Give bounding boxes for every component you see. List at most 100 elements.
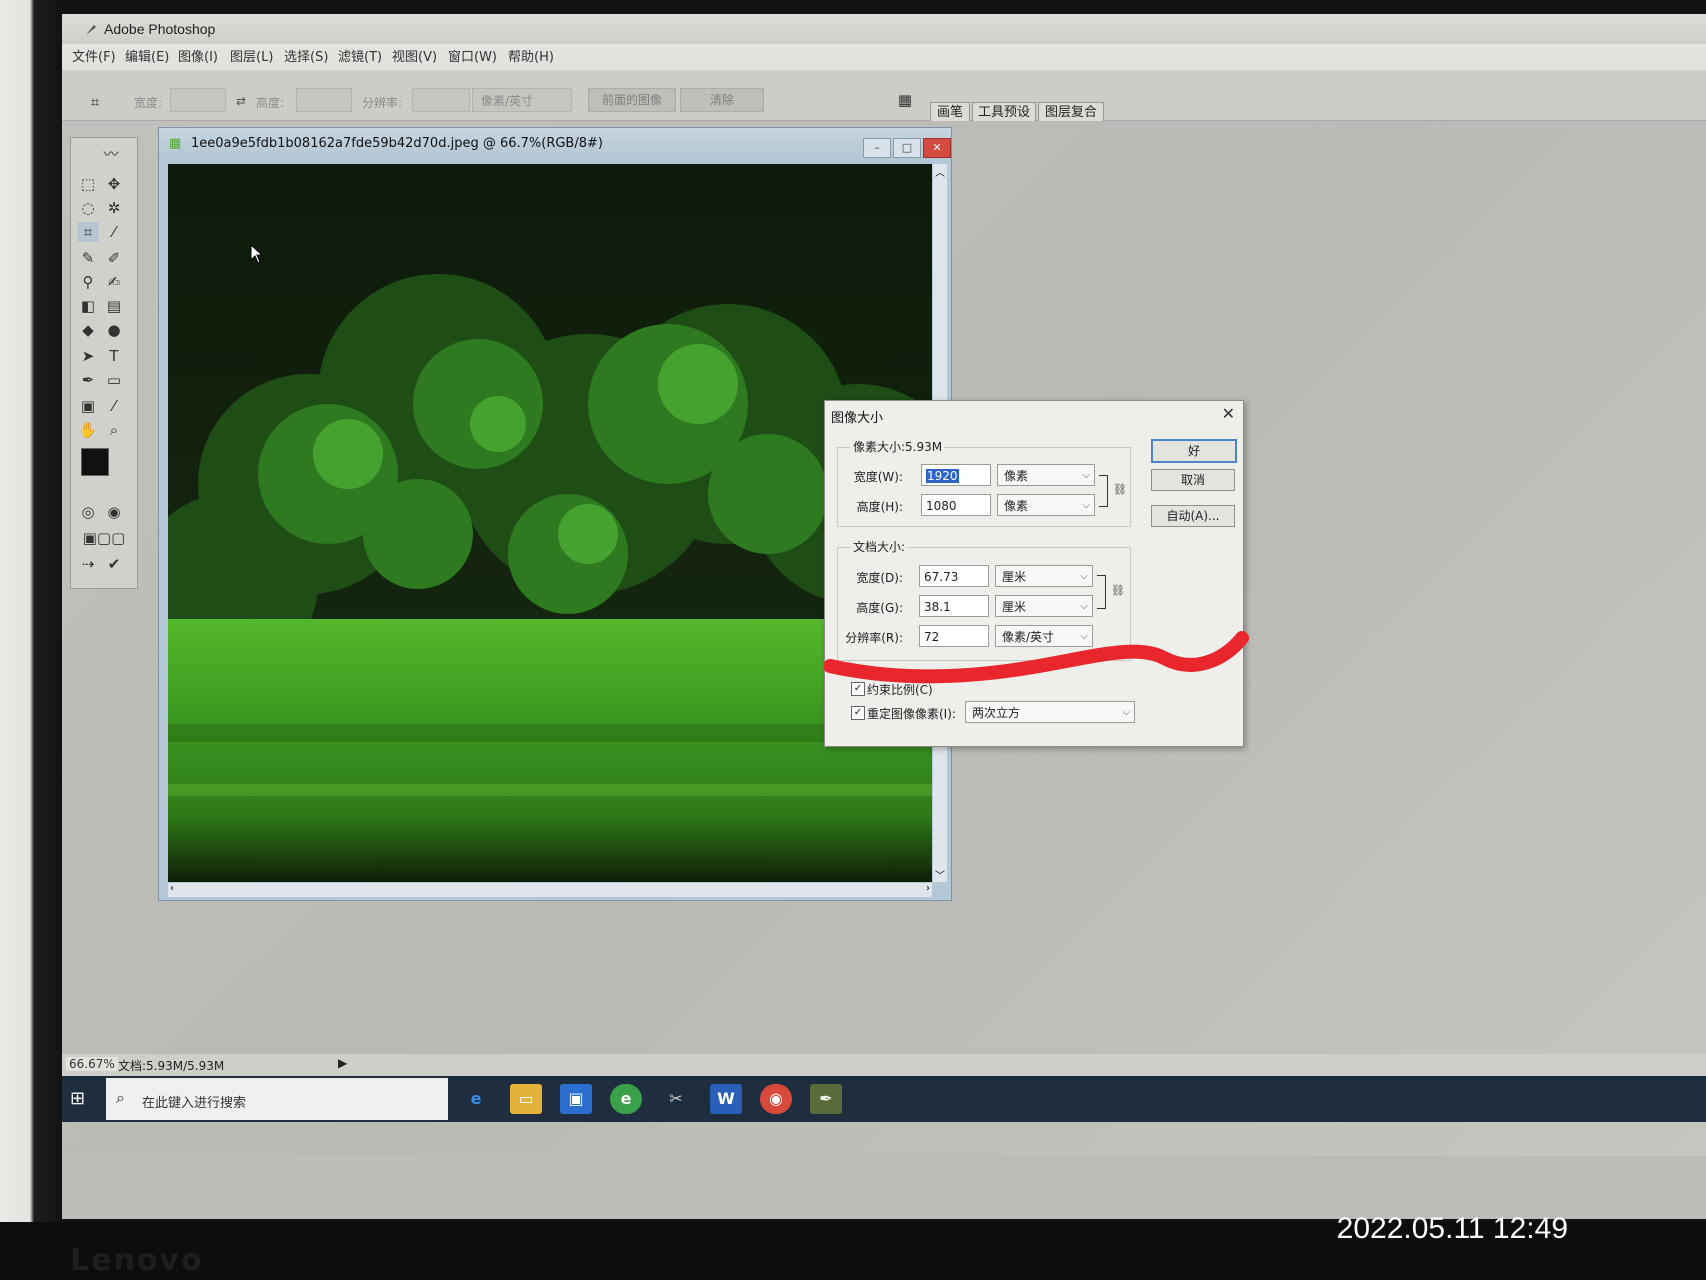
option-unit-select[interactable]: 像素/英寸 xyxy=(472,88,572,112)
notes-tool-icon[interactable]: ▣ xyxy=(77,396,99,416)
menu-filter[interactable]: 滤镜(T) xyxy=(338,46,382,65)
photo-timestamp: 2022.05.11 12:49 xyxy=(1336,1212,1568,1245)
palette-well-icon[interactable]: ▦ xyxy=(894,90,916,110)
type-tool-icon[interactable]: T xyxy=(103,346,125,366)
store-icon[interactable]: ▣ xyxy=(560,1084,592,1114)
slice-tool-icon[interactable]: ⁄ xyxy=(103,222,125,242)
status-menu-arrow-icon[interactable]: ▶ xyxy=(338,1056,347,1070)
resample-method-select[interactable]: 两次立方 ⌵ xyxy=(965,701,1135,723)
horizontal-scrollbar[interactable]: ‹ › xyxy=(168,883,932,897)
crop-tool-active-icon[interactable]: ⌗ xyxy=(77,222,99,242)
magic-wand-icon[interactable]: ✲ xyxy=(103,198,125,218)
scroll-right-icon[interactable]: › xyxy=(926,883,930,894)
move-tool-icon[interactable]: ✥ xyxy=(103,174,125,194)
image-canvas[interactable] xyxy=(168,164,932,882)
jump-to-imageready-icon[interactable]: ⇢ xyxy=(77,554,99,574)
browser-green-icon[interactable]: e xyxy=(610,1084,642,1114)
resample-checkbox[interactable]: ✓ xyxy=(851,706,865,720)
windows-start-icon[interactable]: ⊞ xyxy=(70,1088,85,1109)
status-zoom[interactable]: 66.67% xyxy=(66,1057,118,1071)
blur-tool-icon[interactable]: ◆ xyxy=(77,320,99,340)
doc-width-input[interactable]: 67.73 xyxy=(919,565,989,587)
tool-app-icon[interactable]: ✂ xyxy=(660,1084,692,1114)
document-file-icon: ▦ xyxy=(169,136,182,151)
zoom-tool-icon[interactable]: ⌕ xyxy=(103,420,125,440)
option-resolution-field[interactable] xyxy=(412,88,470,112)
front-image-button[interactable]: 前面的图像 xyxy=(588,88,676,112)
width-input[interactable]: 1920 xyxy=(921,464,991,486)
status-bar xyxy=(62,1054,1706,1076)
check-icon[interactable]: ✔ xyxy=(103,554,125,574)
pixel-link-bracket xyxy=(1099,475,1108,507)
chain-link-icon: ⛓ xyxy=(1113,483,1127,496)
feather-logo-icon: 〰 xyxy=(103,145,119,163)
word-icon[interactable]: W xyxy=(710,1084,742,1114)
width-unit-select[interactable]: 像素 ⌵ xyxy=(997,464,1095,486)
pen-tool-icon[interactable]: ✒ xyxy=(77,370,99,390)
height-label: 高度(H): xyxy=(856,500,903,514)
cancel-button[interactable]: 取消 xyxy=(1151,469,1235,491)
clear-button[interactable]: 清除 xyxy=(680,88,764,112)
photoshop-taskbar-icon[interactable]: ✒ xyxy=(810,1084,842,1114)
scroll-up-icon[interactable]: ︿ xyxy=(935,164,945,179)
hand-tool-icon[interactable]: ✋ xyxy=(77,420,99,440)
menu-edit[interactable]: 编辑(E) xyxy=(125,46,169,65)
close-icon[interactable]: ✕ xyxy=(923,138,951,158)
chevron-down-icon: ⌵ xyxy=(1082,470,1090,481)
crop-tool-icon[interactable]: ⌗ xyxy=(84,92,106,112)
chrome-icon[interactable]: ◉ xyxy=(760,1084,792,1114)
path-select-icon[interactable]: ➤ xyxy=(77,346,99,366)
file-explorer-icon[interactable]: ▭ xyxy=(510,1084,542,1114)
option-width-label: 宽度: xyxy=(134,96,163,110)
marquee-tool-icon[interactable]: ⬚ xyxy=(77,174,99,194)
height-input[interactable]: 1080 xyxy=(921,494,991,516)
option-width-field[interactable] xyxy=(170,88,226,112)
document-titlebar: ▦ 1ee0a9e5fdb1b08162a7fde59b42d70d.jpeg … xyxy=(159,128,951,158)
menu-image[interactable]: 图像(I) xyxy=(178,46,218,65)
brush-tool-icon[interactable]: ✐ xyxy=(103,248,125,268)
menu-select[interactable]: 选择(S) xyxy=(284,46,328,65)
quickmask-mode-icon[interactable]: ◉ xyxy=(103,502,125,522)
edge-icon[interactable]: e xyxy=(460,1084,492,1114)
foreground-color-swatch[interactable] xyxy=(81,448,109,476)
dialog-close-icon[interactable]: ✕ xyxy=(1222,404,1235,423)
ok-button[interactable]: 好 xyxy=(1151,439,1237,463)
option-resolution-label: 分辨率: xyxy=(362,96,403,110)
screen-mode-icons[interactable]: ▣▢▢ xyxy=(77,528,131,548)
shape-tool-icon[interactable]: ▭ xyxy=(103,370,125,390)
eraser-tool-icon[interactable]: ◧ xyxy=(77,296,99,316)
history-brush-icon[interactable]: ✍ xyxy=(103,272,125,292)
healing-brush-icon[interactable]: ✎ xyxy=(77,248,99,268)
menu-view[interactable]: 视图(V) xyxy=(392,46,437,65)
option-unit-label: 像素/英寸 xyxy=(481,94,534,108)
scroll-left-icon[interactable]: ‹ xyxy=(170,883,174,894)
document-title: 1ee0a9e5fdb1b08162a7fde59b42d70d.jpeg @ … xyxy=(191,136,603,151)
clone-stamp-icon[interactable]: ⚲ xyxy=(77,272,99,292)
option-height-label: 高度: xyxy=(256,96,285,110)
doc-width-unit-select[interactable]: 厘米 ⌵ xyxy=(995,565,1093,587)
red-annotation-stroke xyxy=(824,631,1249,684)
gradient-tool-icon[interactable]: ▤ xyxy=(103,296,125,316)
app-titlebar: Adobe Photoshop xyxy=(62,14,1706,44)
tab-brushes[interactable]: 画笔 xyxy=(930,102,970,123)
auto-button[interactable]: 自动(A)... xyxy=(1151,505,1235,527)
maximize-icon[interactable]: □ xyxy=(893,138,921,158)
menu-file[interactable]: 文件(F) xyxy=(72,46,116,65)
menu-layer[interactable]: 图层(L) xyxy=(230,46,273,65)
resample-label: 重定图像像素(I): xyxy=(867,707,956,721)
chain-link-icon: ⛓ xyxy=(1111,584,1125,597)
swap-icon[interactable]: ⇄ xyxy=(236,94,246,108)
height-unit-select[interactable]: 像素 ⌵ xyxy=(997,494,1095,516)
menu-window[interactable]: 窗口(W) xyxy=(448,46,497,65)
minimize-icon[interactable]: – xyxy=(863,138,891,158)
mouse-cursor-icon xyxy=(250,244,264,264)
eyedropper-icon[interactable]: ⁄ xyxy=(103,396,125,416)
scroll-down-icon[interactable]: ﹀ xyxy=(935,867,945,882)
tab-tool-presets[interactable]: 工具预设 xyxy=(972,102,1036,123)
menu-help[interactable]: 帮助(H) xyxy=(508,46,554,65)
lasso-tool-icon[interactable]: ◌ xyxy=(77,198,99,218)
dodge-tool-icon[interactable]: ● xyxy=(103,320,125,340)
standard-mode-icon[interactable]: ◎ xyxy=(77,502,99,522)
tab-layer-comps[interactable]: 图层复合 xyxy=(1038,102,1104,123)
option-height-field[interactable] xyxy=(296,88,352,112)
